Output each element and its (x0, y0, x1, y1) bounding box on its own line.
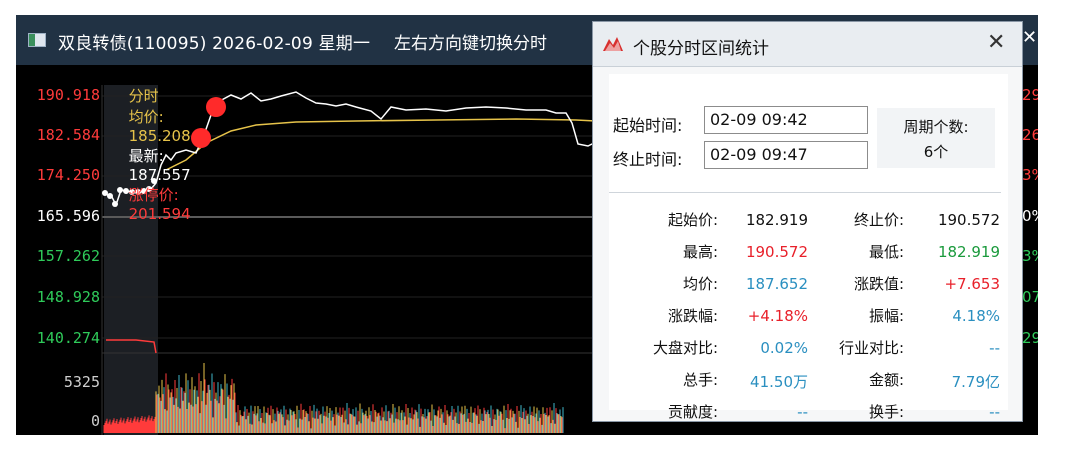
high-value: 190.572 (745, 243, 808, 261)
dialog-title-bar[interactable]: 个股分时区间统计 ✕ (593, 22, 1022, 67)
market-compare-label: 大盘对比: (652, 339, 718, 357)
turnover-label: 换手: (868, 403, 904, 421)
change-pct-value: +4.18% (747, 307, 808, 325)
selection-start-marker (206, 97, 226, 117)
high-label: 最高: (682, 243, 718, 261)
end-time-label: 终止时间: (613, 150, 683, 169)
pct-axis-label: 3% (1022, 247, 1038, 265)
start-time-label: 起始时间: (613, 116, 683, 135)
navigation-hint: 左右方向键切换分时 (394, 34, 547, 54)
industry-compare-label: 行业对比: (838, 339, 904, 357)
close-icon[interactable]: ✕ (1022, 27, 1037, 48)
limit-up-value: 201.594 (128, 205, 191, 223)
start-price-label: 起始价: (667, 211, 718, 229)
latest-price-value: 187.557 (128, 166, 191, 184)
pct-axis-label: 29% (1022, 329, 1038, 347)
industry-compare-value: -- (989, 339, 1000, 357)
price-axis-label: 182.584 (36, 126, 100, 144)
low-value: 182.919 (937, 243, 1000, 261)
price-axis-label: 190.918 (36, 86, 100, 104)
total-volume-value: 41.50万 (750, 373, 808, 391)
price-axis-label: 148.928 (36, 288, 100, 306)
amplitude-value: 4.18% (952, 307, 1000, 325)
latest-price-label: 最新: (128, 147, 164, 165)
mode-label: 分时 (128, 87, 159, 105)
divider (609, 192, 1001, 193)
total-volume-label: 总手: (682, 371, 718, 389)
avg-price-line (165, 118, 597, 171)
dialog-title: 个股分时区间统计 (633, 39, 769, 59)
change-value: +7.653 (944, 275, 1000, 293)
window-icon (28, 33, 46, 47)
amplitude-label: 振幅: (868, 307, 904, 325)
pct-axis-label: 3% (1022, 166, 1038, 184)
price-axis-label: 165.596 (36, 207, 100, 225)
pct-axis-label: 0% (1022, 207, 1038, 225)
pct-axis-label: 26% (1022, 126, 1038, 144)
contribution-label: 贡献度: (667, 403, 718, 421)
end-time-input[interactable]: 02-09 09:47 (704, 141, 868, 169)
start-price-value: 182.919 (745, 211, 808, 229)
avg-label: 均价: (682, 275, 718, 293)
change-label: 涨跌值: (853, 275, 904, 293)
volume-axis-label: 5325 (63, 373, 100, 391)
window-title: 双良转债(110095) 2026-02-09 星期一 (58, 34, 371, 54)
selection-end-marker (191, 128, 211, 148)
avg-price-label: 均价: (128, 108, 164, 126)
change-pct-label: 涨跌幅: (667, 307, 718, 325)
price-axis-label: 174.250 (36, 166, 100, 184)
price-axis-label: 157.262 (36, 247, 100, 265)
avg-price-value: 185.208 (128, 127, 191, 145)
amount-value: 7.79亿 (951, 373, 1000, 391)
cycle-count-label: 周期个数: (903, 118, 969, 136)
pct-axis-label: 07% (1022, 288, 1038, 306)
price-axis-label: 140.274 (36, 329, 100, 347)
cycle-count-box: 周期个数: 6个 (877, 108, 995, 168)
chart-info-line: 分时 均价: 185.208 最新: 187.557 涨停价: 201.594 (100, 67, 191, 241)
close-icon[interactable]: ✕ (987, 30, 1005, 55)
dialog-body: 起始时间: 02-09 09:42 终止时间: 02-09 09:47 周期个数… (609, 74, 1008, 421)
interval-stats-dialog: 个股分时区间统计 ✕ 起始时间: 02-09 09:42 终止时间: 02-09… (592, 21, 1023, 422)
turnover-value: -- (989, 403, 1000, 421)
cycle-count-value: 6个 (923, 143, 949, 161)
pct-axis-label: 29% (1022, 86, 1038, 104)
stock-chart-icon (603, 37, 623, 51)
contribution-value: -- (797, 403, 808, 421)
end-price-value: 190.572 (937, 211, 1000, 229)
market-compare-value: 0.02% (760, 339, 808, 357)
end-price-label: 终止价: (853, 211, 904, 229)
volume-axis-label: 0 (90, 412, 100, 430)
start-time-input[interactable]: 02-09 09:42 (704, 106, 868, 134)
amount-label: 金额: (868, 371, 904, 389)
avg-value: 187.652 (745, 275, 808, 293)
low-label: 最低: (868, 243, 904, 261)
limit-up-label: 涨停价: (128, 186, 179, 204)
